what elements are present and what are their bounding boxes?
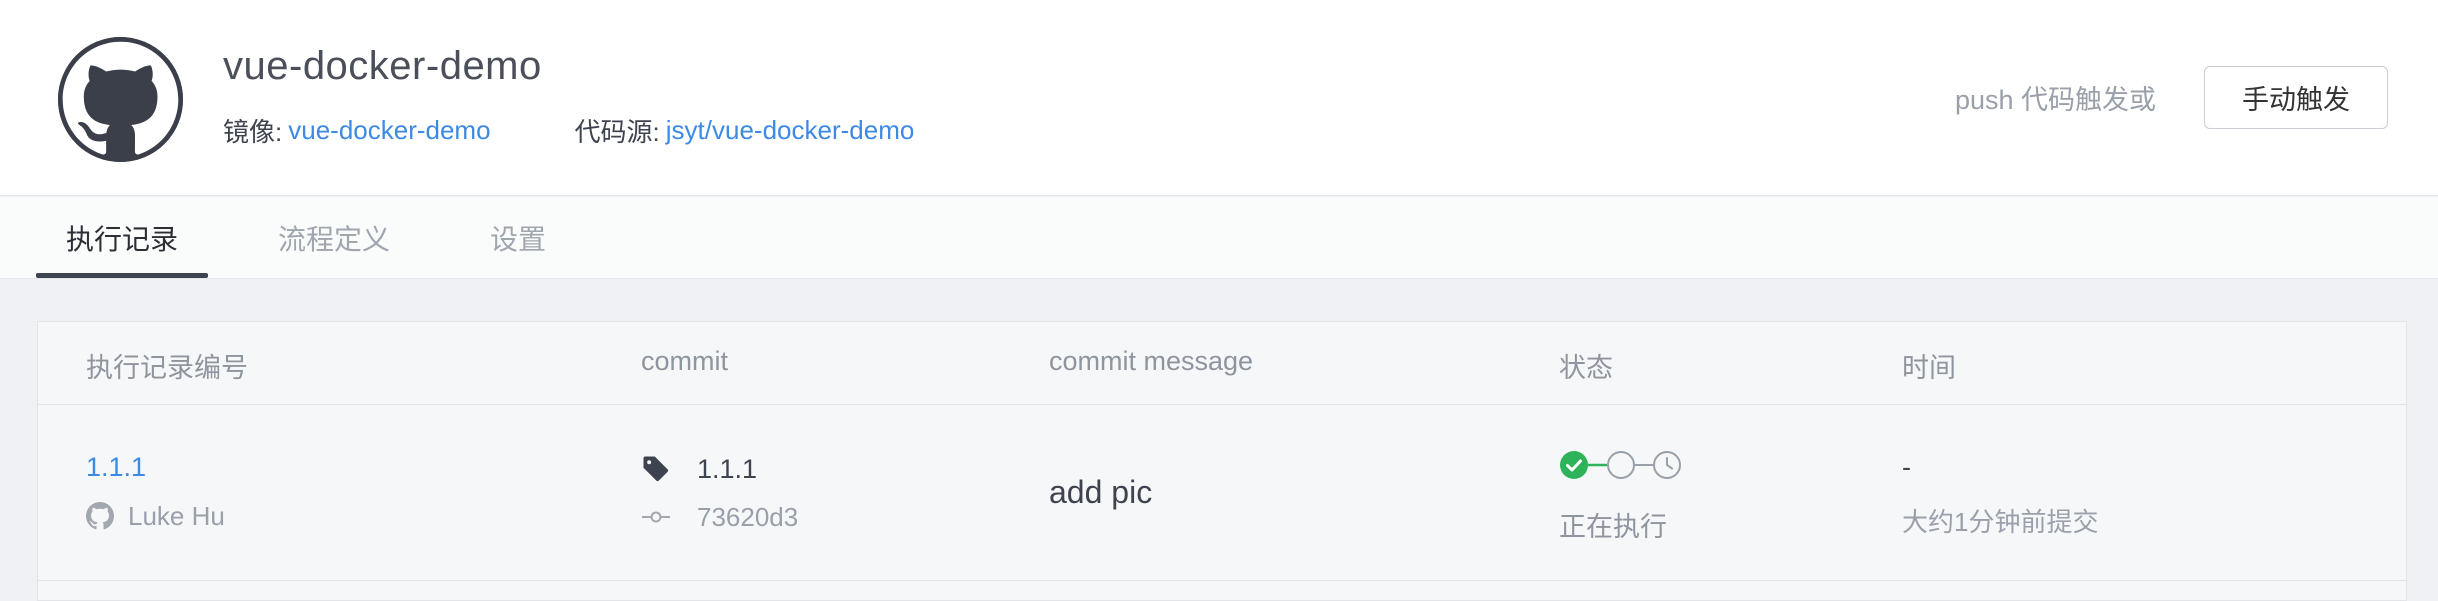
col-time: 时间 bbox=[1902, 353, 1956, 383]
repo-header: vue-docker-demo 镜像: vue-docker-demo 代码源:… bbox=[0, 0, 2438, 196]
run-id-link[interactable]: 1.1.1 bbox=[86, 452, 146, 483]
status-label: 正在执行 bbox=[1559, 512, 1667, 542]
tab-pipeline[interactable]: 流程定义 bbox=[268, 197, 400, 279]
tab-bar: 执行记录 流程定义 设置 bbox=[0, 197, 2438, 279]
pipeline-progress bbox=[1560, 451, 1681, 479]
github-logo-icon bbox=[58, 37, 183, 162]
col-status: 状态 bbox=[1559, 353, 1613, 383]
source-label: 代码源: bbox=[574, 116, 660, 147]
col-commit-message: commit message bbox=[1049, 346, 1254, 376]
active-tab-indicator bbox=[36, 273, 208, 278]
col-commit: commit bbox=[641, 346, 728, 376]
commit-message: add pic bbox=[1049, 474, 1153, 510]
commit-icon bbox=[642, 511, 670, 523]
repo-meta: 镜像: vue-docker-demo 代码源: jsyt/vue-docker… bbox=[223, 115, 915, 147]
empty-circle-icon bbox=[1607, 451, 1635, 479]
tag-name: 1.1.1 bbox=[697, 453, 758, 484]
runs-table: 执行记录编号 commit commit message 状态 时间 1.1.1… bbox=[37, 321, 2407, 601]
col-run-id: 执行记录编号 bbox=[86, 353, 248, 383]
table-row[interactable]: 1.1.1 Luke Hu 1.1.1 73620d3 add pic 正在执行… bbox=[38, 406, 2406, 581]
image-link[interactable]: vue-docker-demo bbox=[288, 115, 490, 146]
manual-trigger-button[interactable]: 手动触发 bbox=[2204, 66, 2388, 129]
commit-tag: 1.1.1 bbox=[641, 452, 757, 486]
time-relative: 大约1分钟前提交 bbox=[1902, 507, 2099, 537]
tag-icon bbox=[643, 456, 669, 482]
commit-sha[interactable]: 73620d3 bbox=[697, 502, 798, 533]
source-link[interactable]: jsyt/vue-docker-demo bbox=[666, 115, 915, 146]
table-header: 执行记录编号 commit commit message 状态 时间 bbox=[38, 322, 2406, 405]
run-author: Luke Hu bbox=[86, 500, 225, 532]
check-circle-icon bbox=[1560, 451, 1588, 479]
trigger-hint: push 代码触发或 bbox=[1955, 85, 2157, 115]
commit-hash: 73620d3 bbox=[641, 500, 798, 534]
repo-name: vue-docker-demo bbox=[223, 44, 542, 88]
author-name: Luke Hu bbox=[128, 500, 225, 531]
time-value: - bbox=[1902, 452, 1911, 482]
tab-runs[interactable]: 执行记录 bbox=[36, 197, 208, 279]
github-icon bbox=[86, 502, 114, 530]
image-label: 镜像: bbox=[223, 116, 283, 147]
tab-settings[interactable]: 设置 bbox=[480, 197, 556, 279]
